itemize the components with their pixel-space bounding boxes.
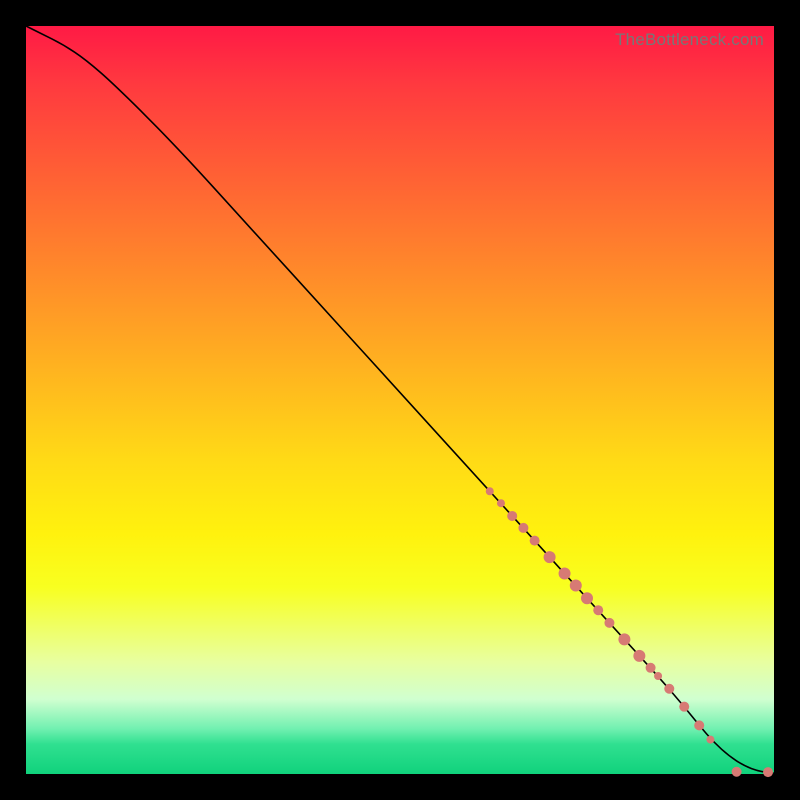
data-marker bbox=[593, 605, 603, 615]
curve-line bbox=[26, 26, 774, 773]
data-marker bbox=[618, 633, 630, 645]
data-marker bbox=[518, 523, 528, 533]
data-marker bbox=[530, 536, 540, 546]
data-marker bbox=[544, 551, 556, 563]
marker-group bbox=[486, 487, 773, 777]
data-marker bbox=[497, 499, 505, 507]
data-marker bbox=[654, 672, 662, 680]
data-marker bbox=[570, 580, 582, 592]
chart-plot-area: TheBottleneck.com bbox=[26, 26, 774, 774]
data-marker bbox=[581, 592, 593, 604]
data-marker bbox=[694, 720, 704, 730]
data-marker bbox=[646, 663, 656, 673]
data-marker bbox=[664, 684, 674, 694]
data-marker bbox=[732, 767, 742, 777]
data-marker bbox=[486, 487, 494, 495]
data-marker bbox=[679, 702, 689, 712]
data-marker bbox=[507, 511, 517, 521]
data-marker bbox=[763, 767, 773, 777]
data-marker bbox=[559, 568, 571, 580]
chart-svg bbox=[26, 26, 774, 774]
data-marker bbox=[604, 618, 614, 628]
data-marker bbox=[633, 650, 645, 662]
data-marker bbox=[706, 736, 714, 744]
